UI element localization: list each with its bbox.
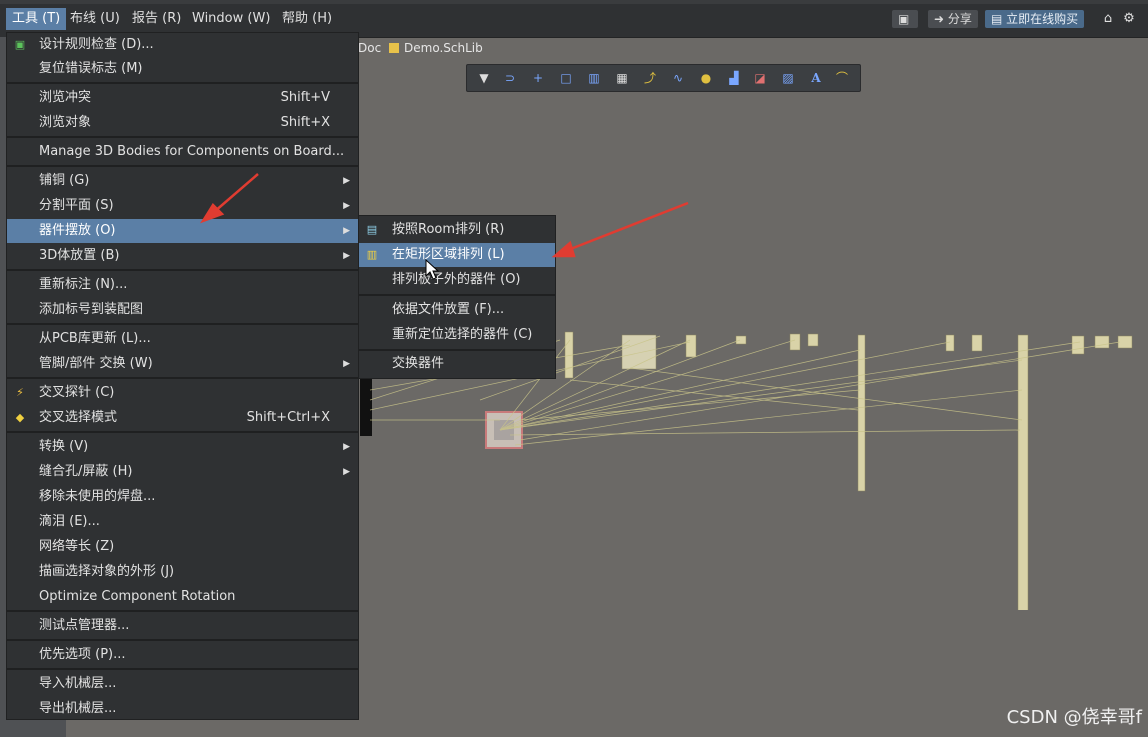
polygon-icon[interactable]: ▟	[725, 69, 743, 87]
menu-item-manage-3d-bodies[interactable]: Manage 3D Bodies for Components on Board…	[7, 140, 358, 164]
menu-item-export-mechanical[interactable]: 导出机械层...	[7, 697, 358, 721]
menu-item-cross-probe[interactable]: ⚡ 交叉探针 (C)	[7, 381, 358, 405]
dimension-icon[interactable]: ▨	[779, 69, 797, 87]
submenu-separator	[359, 294, 555, 296]
share-button[interactable]: ➜ 分享	[928, 10, 978, 28]
menu-separator	[7, 377, 358, 379]
menu-item-outline-selected[interactable]: 描画选择对象的外形 (J)	[7, 560, 358, 584]
tools-menu: ▣ 设计规则检查 (D)... 复位错误标志 (M) 浏览冲突 Shift+V 浏览…	[6, 32, 359, 720]
active-bar-toolbar: ▼ ⊃ + □ ▥ ▦ ⤴ ∿ ● ▟ ◪ ▨ A ⌒	[466, 64, 861, 92]
buy-online-label: 立即在线购买	[1006, 12, 1079, 26]
route-icon[interactable]: ⊃	[501, 69, 519, 87]
submenu-separator	[359, 349, 555, 351]
menu-separator	[7, 668, 358, 670]
placement-submenu: ▤ 按照Room排列 (R) ▥ 在矩形区域排列 (L) 排列板子外的器件 (O) …	[358, 215, 556, 379]
menu-item-testpoint-manager[interactable]: 测试点管理器...	[7, 614, 358, 638]
submenu-arrow-icon: ▶	[343, 442, 350, 452]
menu-separator	[7, 639, 358, 641]
cross-icon[interactable]: +	[529, 69, 547, 87]
menu-item-cross-select-mode[interactable]: ◆ 交叉选择模式 Shift+Ctrl+X	[7, 406, 358, 430]
menu-separator	[7, 610, 358, 612]
menu-item-convert[interactable]: 转换 (V) ▶	[7, 435, 358, 459]
schlib-icon	[389, 43, 399, 53]
menu-separator	[7, 165, 358, 167]
submenu-item-reposition-selected[interactable]: 重新定位选择的器件 (C)	[359, 323, 555, 347]
menu-item-browse-violations[interactable]: 浏览冲突 Shift+V	[7, 86, 358, 110]
submenu-arrow-icon: ▶	[343, 467, 350, 477]
room-arrange-icon: ▤	[366, 223, 378, 236]
menu-help[interactable]: 帮助 (H)	[276, 8, 338, 30]
drc-icon: ▣	[14, 38, 26, 51]
align-icon[interactable]: ▥	[585, 69, 603, 87]
menu-item-teardrops[interactable]: 滴泪 (E)...	[7, 510, 358, 534]
menu-item-pin-part-swap[interactable]: 管脚/部件 交换 (W) ▶	[7, 352, 358, 376]
submenu-arrow-icon: ▶	[343, 359, 350, 369]
menu-item-remove-unused-pads[interactable]: 移除未使用的焊盘...	[7, 485, 358, 509]
menu-item-browse-objects[interactable]: 浏览对象 Shift+X	[7, 111, 358, 135]
menu-item-import-mechanical[interactable]: 导入机械层...	[7, 672, 358, 696]
menu-item-equalize-net-lengths[interactable]: 网络等长 (Z)	[7, 535, 358, 559]
menu-route[interactable]: 布线 (U)	[64, 8, 126, 30]
submenu-item-arrange-in-room[interactable]: ▤ 按照Room排列 (R)	[359, 218, 555, 242]
keepout-icon[interactable]: ◪	[751, 69, 769, 87]
buy-online-button[interactable]: ▤ 立即在线购买	[985, 10, 1085, 28]
cart-icon: ▤	[991, 12, 1007, 26]
text-icon[interactable]: A	[807, 69, 825, 87]
home-icon[interactable]: ⌂	[1099, 10, 1117, 28]
arc-icon[interactable]: ⌒	[833, 69, 851, 87]
menu-separator	[7, 82, 358, 84]
feedback-icon[interactable]: ▣	[892, 10, 918, 28]
menu-item-polygon-pour[interactable]: 铺铜 (G) ▶	[7, 169, 358, 193]
title-strip	[0, 0, 1148, 4]
menu-item-drc[interactable]: ▣ 设计规则检查 (D)...	[7, 33, 358, 57]
menu-item-re-annotate[interactable]: 重新标注 (N)...	[7, 273, 358, 297]
share-icon: ➜	[934, 12, 948, 26]
menu-separator	[7, 269, 358, 271]
diff-pair-icon[interactable]: ∿	[669, 69, 687, 87]
cross-select-icon: ◆	[15, 411, 25, 424]
component-icon[interactable]: ▦	[613, 69, 631, 87]
submenu-arrow-icon: ▶	[343, 226, 350, 236]
menu-item-via-stitching[interactable]: 缝合孔/屏蔽 (H) ▶	[7, 460, 358, 484]
menu-item-preferences[interactable]: 优先选项 (P)...	[7, 643, 358, 667]
rect-arrange-icon: ▥	[366, 248, 378, 261]
watermark: CSDN @侥幸哥f	[1006, 707, 1142, 728]
gear-icon[interactable]: ⚙	[1120, 10, 1138, 28]
share-label: 分享	[947, 12, 972, 26]
menu-item-reset-errors[interactable]: 复位错误标志 (M)	[7, 57, 358, 81]
menu-item-3d-body-placement[interactable]: 3D体放置 (B) ▶	[7, 244, 358, 268]
select-rect-icon[interactable]: □	[557, 69, 575, 87]
menu-separator	[7, 431, 358, 433]
submenu-arrow-icon: ▶	[343, 201, 350, 211]
menu-item-add-designators[interactable]: 添加标号到装配图	[7, 298, 358, 322]
menu-tools[interactable]: 工具 (T)	[6, 8, 67, 30]
doc-tab-doc[interactable]: Doc	[358, 39, 381, 57]
interactive-route-icon[interactable]: ⤴	[641, 69, 659, 87]
menu-item-update-from-pcb-lib[interactable]: 从PCB库更新 (L)...	[7, 327, 358, 351]
menu-reports[interactable]: 报告 (R)	[126, 8, 187, 30]
menu-item-component-placement[interactable]: 器件摆放 (O) ▶	[7, 219, 358, 243]
doc-tab-schlib[interactable]: Demo.SchLib	[389, 39, 483, 57]
menu-item-optimize-rotation[interactable]: Optimize Component Rotation	[7, 585, 358, 609]
menu-item-split-planes[interactable]: 分割平面 (S) ▶	[7, 194, 358, 218]
cross-probe-icon: ⚡	[16, 386, 24, 399]
menu-separator	[7, 136, 358, 138]
via-icon[interactable]: ●	[697, 69, 715, 87]
submenu-item-arrange-outside-board[interactable]: 排列板子外的器件 (O)	[359, 268, 555, 292]
submenu-item-arrange-in-rectangle[interactable]: ▥ 在矩形区域排列 (L)	[359, 243, 555, 267]
submenu-item-place-from-file[interactable]: 依据文件放置 (F)...	[359, 298, 555, 322]
submenu-item-swap-components[interactable]: 交换器件	[359, 352, 555, 376]
menu-separator	[7, 323, 358, 325]
menu-window[interactable]: Window (W)	[186, 8, 276, 30]
submenu-arrow-icon: ▶	[343, 251, 350, 261]
submenu-arrow-icon: ▶	[343, 176, 350, 186]
filter-icon[interactable]: ▼	[475, 69, 493, 87]
